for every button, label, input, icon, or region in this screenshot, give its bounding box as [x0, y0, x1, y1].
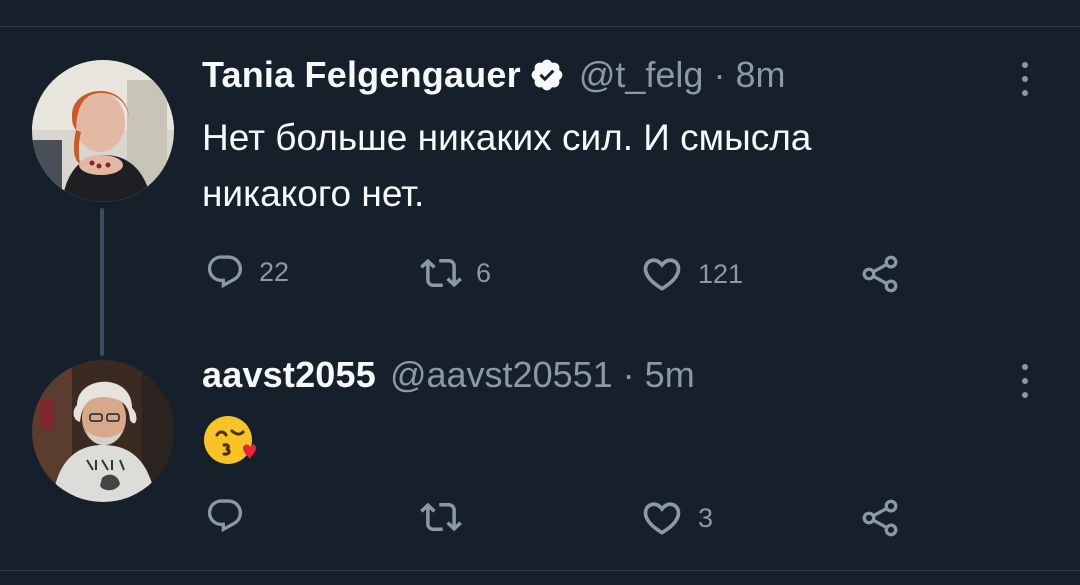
- share-button[interactable]: [858, 496, 902, 540]
- like-button[interactable]: 121: [640, 252, 743, 296]
- retweet-count: 6: [476, 257, 492, 288]
- display-name[interactable]: Tania Felgengauer: [202, 54, 521, 96]
- separator: ·: [713, 54, 726, 95]
- separator: ·: [622, 354, 635, 395]
- more-icon[interactable]: [1015, 62, 1035, 96]
- display-name[interactable]: aavst2055: [202, 354, 376, 396]
- tweet-text-line: Нет больше никаких сил. И смысла: [202, 117, 812, 158]
- tweet-2[interactable]: aavst2055 @aavst20551 · 5m 3: [0, 330, 1080, 570]
- share-button[interactable]: [858, 252, 902, 296]
- reply-button[interactable]: 22: [205, 252, 289, 292]
- reply-count: 22: [259, 256, 290, 287]
- retweet-icon: [420, 502, 462, 532]
- tweet-header: Tania Felgengauer @t_felg · 8m: [202, 54, 785, 96]
- verified-badge-icon: [529, 57, 565, 93]
- handle[interactable]: @t_felg: [579, 54, 704, 96]
- handle[interactable]: @aavst20551: [390, 354, 613, 396]
- retweet-button[interactable]: [420, 496, 462, 538]
- reply-button[interactable]: [205, 496, 245, 536]
- tweet-header: aavst2055 @aavst20551 · 5m: [202, 354, 695, 396]
- reply-icon: [207, 499, 243, 533]
- share-icon: [862, 255, 898, 293]
- retweet-icon: [420, 258, 462, 288]
- like-count: 121: [698, 258, 744, 289]
- avatar[interactable]: [32, 360, 174, 502]
- face-throwing-a-kiss-emoji: [204, 416, 257, 464]
- tweet-1[interactable]: Tania Felgengauer @t_felg · 8m Нет больш…: [0, 0, 1080, 330]
- reply-icon: [207, 255, 243, 289]
- more-icon[interactable]: [1015, 364, 1035, 398]
- action-bar: 3: [0, 496, 1080, 546]
- tweet-text: Нет больше никаких сил. И смысла никаког…: [202, 110, 1002, 222]
- timestamp[interactable]: 8m: [735, 54, 785, 96]
- heart-icon: [643, 502, 681, 535]
- timestamp[interactable]: 5m: [645, 354, 695, 396]
- tweet-text-line: никакого нет.: [202, 173, 425, 214]
- retweet-button[interactable]: 6: [420, 252, 491, 294]
- heart-icon: [643, 258, 681, 291]
- like-button[interactable]: 3: [640, 496, 713, 540]
- share-icon: [862, 499, 898, 537]
- avatar[interactable]: [32, 60, 174, 202]
- like-count: 3: [698, 502, 714, 533]
- bottom-divider: [0, 570, 1080, 571]
- action-bar: 22 6 121: [0, 252, 1080, 302]
